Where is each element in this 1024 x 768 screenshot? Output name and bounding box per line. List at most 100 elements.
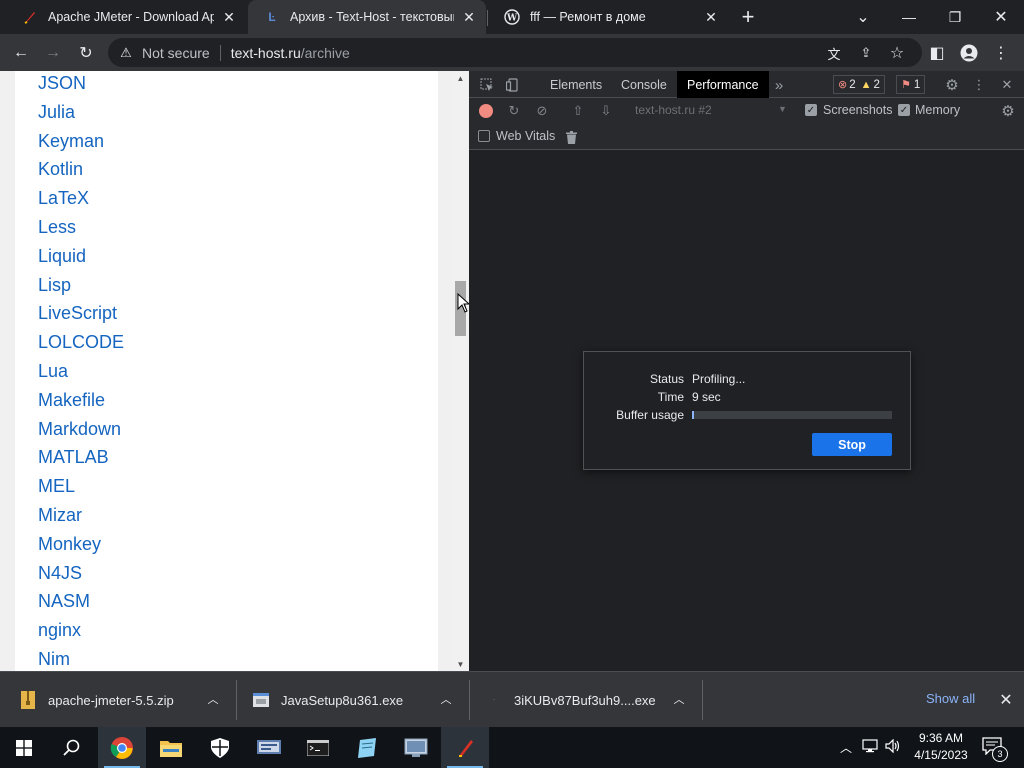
svg-text:W: W <box>506 14 518 24</box>
inspect-element-icon[interactable] <box>477 75 497 95</box>
translate-icon[interactable]: 文 <box>824 43 844 63</box>
language-link[interactable]: Monkey <box>38 534 101 555</box>
network-tray-icon[interactable] <box>862 739 878 756</box>
close-tab-icon[interactable]: ✕ <box>702 8 720 26</box>
download-item[interactable]: ⋅ 3iKUBv87Buf3uh9....exe <box>466 672 664 728</box>
device-toolbar-icon[interactable] <box>503 75 523 95</box>
close-tab-icon[interactable]: ✕ <box>460 8 478 26</box>
forward-button[interactable]: → <box>39 39 67 67</box>
language-link[interactable]: N4JS <box>38 563 82 584</box>
restore-button[interactable]: ❐ <box>932 0 978 34</box>
language-link[interactable]: Less <box>38 217 76 238</box>
capture-settings-gear-icon[interactable]: ⚙ <box>998 101 1018 121</box>
minimize-button[interactable]: — <box>886 0 932 34</box>
language-link[interactable]: LiveScript <box>38 303 117 324</box>
close-shelf-icon[interactable]: ✕ <box>996 690 1016 710</box>
remote-desktop-icon[interactable] <box>392 727 440 768</box>
tab-jmeter[interactable]: Apache JMeter - Download Apac ✕ <box>6 0 246 34</box>
record-button[interactable] <box>479 104 493 118</box>
feather-icon <box>22 9 38 25</box>
issues-badge[interactable]: ⚑ 1 <box>896 75 926 94</box>
security-label[interactable]: Not secure <box>142 45 210 61</box>
chrome-menu-icon[interactable]: ⋮ <box>987 39 1015 67</box>
language-link[interactable]: LaTeX <box>38 188 89 209</box>
back-button[interactable]: ← <box>7 39 35 67</box>
new-tab-button[interactable]: + <box>736 4 760 29</box>
language-link[interactable]: Lisp <box>38 275 71 296</box>
show-all-downloads-link[interactable]: Show all <box>926 691 975 706</box>
tab-elements[interactable]: Elements <box>540 71 612 98</box>
terminal-icon[interactable] <box>294 727 342 768</box>
close-window-button[interactable]: ✕ <box>978 0 1024 34</box>
chrome-taskbar-icon[interactable] <box>98 727 146 768</box>
trash-icon[interactable] <box>561 127 581 147</box>
defender-shield-icon[interactable] <box>196 727 244 768</box>
tab-text-host[interactable]: Ŀ Архив - Text-Host - текстовый х ✕ <box>248 0 486 34</box>
notifications-icon[interactable]: 3 <box>982 737 1008 762</box>
language-link[interactable]: Kotlin <box>38 159 83 180</box>
language-link[interactable]: nginx <box>38 620 81 641</box>
load-profile-icon[interactable]: ⇧ <box>568 101 588 121</box>
wordpress-icon: W <box>504 9 520 25</box>
tab-wordpress[interactable]: W fff — Ремонт в доме ✕ <box>488 0 728 34</box>
language-link[interactable]: MEL <box>38 476 75 497</box>
language-link[interactable]: NASM <box>38 591 90 612</box>
download-options-chevron-icon[interactable]: ︿ <box>204 690 222 708</box>
side-panel-icon[interactable]: ◧ <box>923 39 951 67</box>
volume-icon[interactable] <box>885 738 901 756</box>
screenshots-checkbox[interactable]: ✓ <box>805 104 817 116</box>
language-link[interactable]: MATLAB <box>38 447 109 468</box>
language-link[interactable]: Nim <box>38 649 70 670</box>
tray-expand-chevron-icon[interactable]: ︿ <box>840 739 852 756</box>
save-profile-icon[interactable]: ⇩ <box>596 101 616 121</box>
profile-icon[interactable] <box>955 39 983 67</box>
tab-performance[interactable]: Performance <box>677 71 769 98</box>
clear-icon[interactable]: ⊘ <box>532 101 552 121</box>
exe-file-icon <box>253 691 269 709</box>
more-tabs-icon[interactable]: » <box>769 75 789 95</box>
search-icon[interactable] <box>48 727 96 768</box>
reload-record-icon[interactable]: ↻ <box>504 101 524 121</box>
share-icon[interactable]: ⇪ <box>856 43 876 63</box>
network-app-icon[interactable] <box>245 727 293 768</box>
jmeter-feather-icon[interactable] <box>441 727 489 768</box>
system-clock[interactable]: 9:36 AM 4/15/2023 <box>908 730 974 764</box>
address-bar[interactable]: ⚠ Not secure text-host.ru /archive 文 ⇪ ☆ <box>108 38 922 67</box>
tab-console[interactable]: Console <box>611 71 677 98</box>
language-link[interactable]: Markdown <box>38 419 121 440</box>
start-button-windows-icon[interactable] <box>0 727 48 768</box>
file-explorer-icon[interactable] <box>147 727 195 768</box>
warning-icon[interactable]: ⚠ <box>116 45 136 61</box>
zip-file-icon <box>20 691 36 709</box>
download-options-chevron-icon[interactable]: ︿ <box>670 690 688 708</box>
language-link[interactable]: Makefile <box>38 390 105 411</box>
scroll-up-arrow-icon[interactable]: ▲ <box>453 71 468 85</box>
scroll-down-arrow-icon[interactable]: ▼ <box>453 657 468 671</box>
language-link[interactable]: Keyman <box>38 131 104 152</box>
dropdown-caret-icon[interactable]: ▼ <box>778 104 787 114</box>
settings-gear-icon[interactable]: ⚙ <box>942 75 962 95</box>
stop-button[interactable]: Stop <box>812 433 892 456</box>
language-link[interactable]: Lua <box>38 361 68 382</box>
bookmark-star-icon[interactable]: ☆ <box>887 43 907 63</box>
language-link[interactable]: Liquid <box>38 246 86 267</box>
language-link[interactable]: LOLCODE <box>38 332 124 353</box>
language-link[interactable]: Mizar <box>38 505 82 526</box>
web-page: JSON Julia Keyman Kotlin LaTeX Less Liquid Lisp… <box>0 71 469 671</box>
tab-search-icon[interactable]: ⌄ <box>840 0 886 34</box>
close-devtools-icon[interactable]: ✕ <box>997 75 1017 95</box>
target-selector[interactable]: text-host.ru #2 <box>635 103 712 117</box>
download-item[interactable]: apache-jmeter-5.5.zip <box>0 672 198 728</box>
console-counts-badge[interactable]: ⊗ 2 ▲ 2 <box>833 75 885 94</box>
web-vitals-checkbox[interactable] <box>478 130 490 142</box>
language-link[interactable]: JSON <box>38 73 86 94</box>
notepad-app-icon[interactable] <box>343 727 391 768</box>
download-options-chevron-icon[interactable]: ︿ <box>437 690 455 708</box>
download-item[interactable]: JavaSetup8u361.exe <box>233 672 431 728</box>
language-link[interactable]: Julia <box>38 102 75 123</box>
close-tab-icon[interactable]: ✕ <box>220 8 238 26</box>
kebab-menu-icon[interactable]: ⋮ <box>969 75 989 95</box>
reload-button[interactable]: ↻ <box>72 39 100 67</box>
page-scrollbar[interactable]: ▲ ▼ <box>453 71 468 671</box>
memory-checkbox[interactable]: ✓ <box>898 104 910 116</box>
